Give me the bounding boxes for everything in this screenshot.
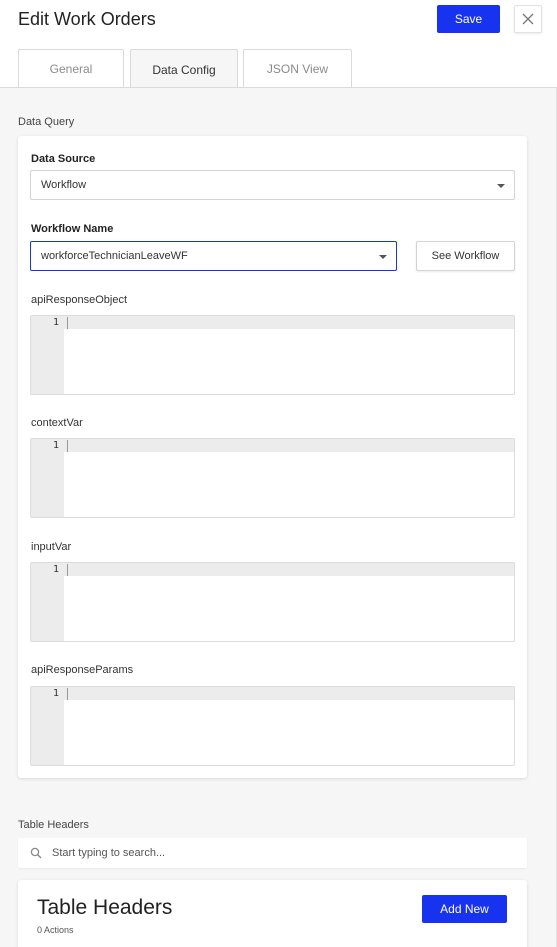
api-response-object-label: apiResponseObject <box>31 294 128 306</box>
add-new-button[interactable]: Add New <box>422 895 507 923</box>
save-button[interactable]: Save <box>437 5 500 33</box>
data-source-select[interactable]: Workflow <box>30 170 515 200</box>
editor-active-line <box>64 439 514 452</box>
tab-json-view[interactable]: JSON View <box>243 49 352 88</box>
editor-active-line <box>64 563 514 576</box>
tab-general[interactable]: General <box>18 49 124 88</box>
table-headers-section-label: Table Headers <box>18 819 89 831</box>
see-workflow-button[interactable]: See Workflow <box>416 241 515 271</box>
workflow-name-select[interactable]: workforceTechnicianLeaveWF <box>30 241 397 271</box>
actions-count: 0 Actions <box>37 925 74 935</box>
text-cursor <box>67 440 68 452</box>
data-query-section-label: Data Query <box>18 116 75 128</box>
page-title: Edit Work Orders <box>18 9 156 29</box>
api-response-params-editor[interactable]: 1 <box>30 686 515 766</box>
data-source-value: Workflow <box>41 179 87 191</box>
chevron-down-icon <box>497 184 505 188</box>
input-var-editor[interactable]: 1 <box>30 562 515 642</box>
workflow-name-value: workforceTechnicianLeaveWF <box>41 250 188 262</box>
line-number: 1 <box>52 564 59 575</box>
data-source-label: Data Source <box>31 153 96 165</box>
line-number: 1 <box>52 440 59 451</box>
close-icon <box>522 13 534 25</box>
editor-active-line <box>64 687 514 700</box>
search-icon <box>30 847 42 859</box>
workflow-name-label: Workflow Name <box>31 223 114 235</box>
table-headers-search <box>18 838 527 868</box>
text-cursor <box>67 317 68 329</box>
line-number: 1 <box>52 688 59 699</box>
input-var-label: inputVar <box>31 541 72 553</box>
text-cursor <box>67 564 68 576</box>
context-var-editor[interactable]: 1 <box>30 438 515 518</box>
table-headers-title: Table Headers <box>37 896 173 919</box>
tab-data-config[interactable]: Data Config <box>130 49 238 89</box>
data-query-card: Data Source Workflow Workflow Name workf… <box>18 136 527 778</box>
api-response-object-editor[interactable]: 1 <box>30 315 515 395</box>
context-var-label: contextVar <box>31 417 83 429</box>
search-input[interactable] <box>52 838 512 868</box>
tab-content: Data Query Data Source Workflow Workflow… <box>0 88 557 947</box>
api-response-params-label: apiResponseParams <box>31 664 134 676</box>
modal-header: Edit Work Orders Save General Data Confi… <box>0 0 557 89</box>
line-number: 1 <box>52 317 59 328</box>
table-headers-card: Table Headers 0 Actions Add New <box>18 880 527 947</box>
text-cursor <box>67 688 68 700</box>
editor-active-line <box>64 316 514 329</box>
close-button[interactable] <box>514 5 542 33</box>
chevron-down-icon <box>379 255 387 259</box>
